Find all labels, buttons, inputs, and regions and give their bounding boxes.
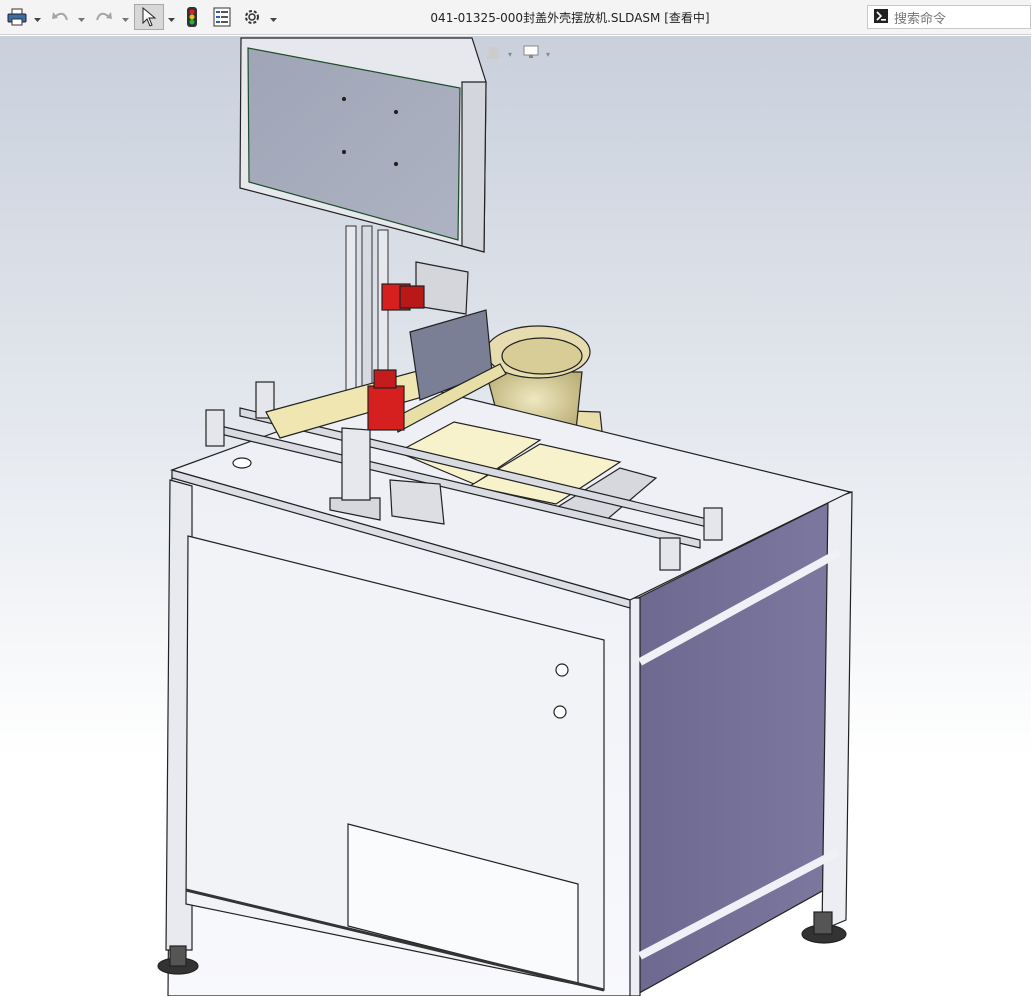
rebuild-button[interactable] [182,4,202,30]
select-button[interactable] [134,4,164,30]
undo-button[interactable] [48,4,72,30]
options-dropdown-arrow[interactable] [268,10,278,24]
machine-3d-model[interactable] [0,36,1031,996]
options-button[interactable] [240,4,264,30]
search-commands-box[interactable]: 搜索命令 [867,5,1031,29]
print-button[interactable] [6,4,28,30]
redo-button[interactable] [92,4,116,30]
options-gear-icon [242,7,262,27]
search-input[interactable]: 搜索命令 [894,8,946,27]
redo-icon [94,8,114,26]
window-title: 041-01325-000封盖外壳摆放机.SLDASM [查看中] [430,11,710,25]
monitor [239,37,487,253]
select-pointer-icon [141,7,157,27]
chevron-down-icon [121,8,129,27]
undo-dropdown-arrow[interactable] [76,10,86,24]
file-properties-icon [213,7,231,27]
chevron-down-icon [33,8,41,27]
top-command-bar: 041-01325-000封盖外壳摆放机.SLDASM [查看中] 搜索命令 [0,0,1031,35]
print-icon [7,8,27,26]
undo-icon [50,8,70,26]
servo-motor-upper [381,283,425,311]
print-dropdown-arrow[interactable] [32,10,42,24]
chevron-down-icon [167,8,175,27]
graphics-viewport[interactable]: ▾ ▾ ▾ ▾ [0,36,1031,996]
file-properties-button[interactable] [210,4,234,30]
chevron-down-icon [269,8,277,27]
select-dropdown-arrow[interactable] [166,10,176,24]
rebuild-traffic-light-icon [186,6,198,28]
redo-dropdown-arrow[interactable] [120,10,130,24]
chevron-down-icon [77,8,85,27]
command-prompt-icon [874,8,888,27]
